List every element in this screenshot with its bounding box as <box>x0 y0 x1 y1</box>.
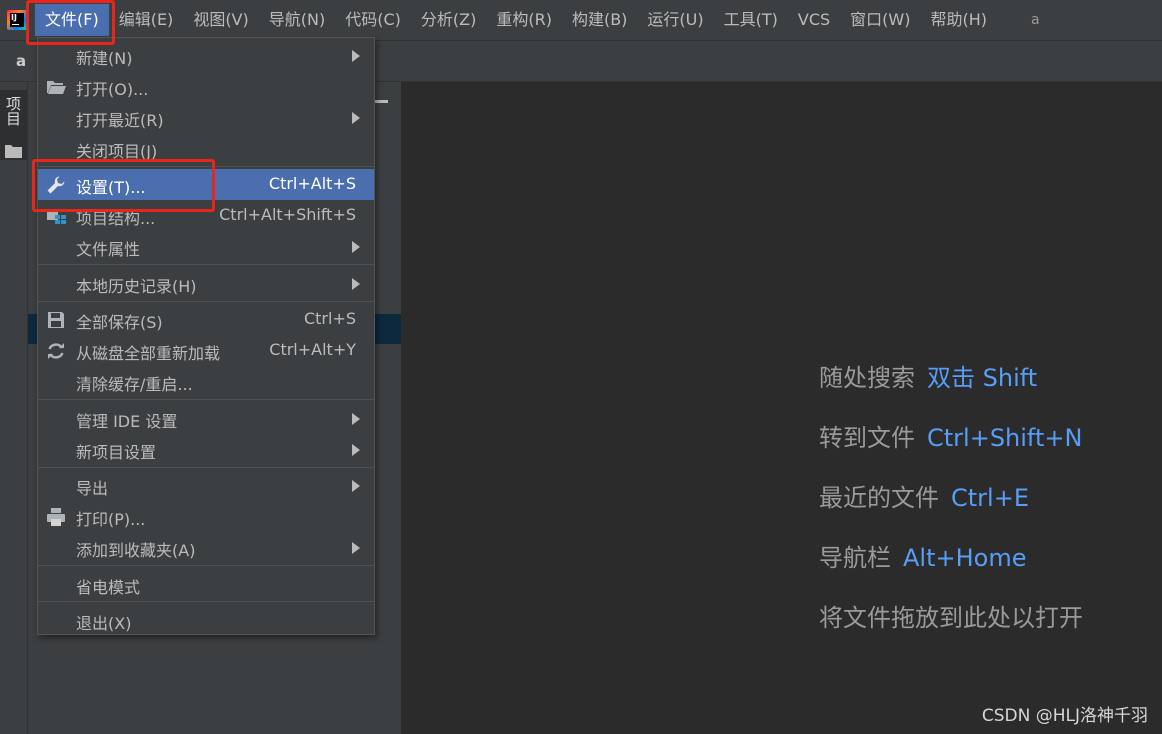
menu-window[interactable]: 窗口(W) <box>840 4 920 36</box>
file-menu-reload-from-disk[interactable]: 从磁盘全部重新加载 Ctrl+Alt+Y <box>38 335 374 366</box>
printer-icon <box>47 508 65 526</box>
file-menu-add-to-favorites[interactable]: 添加到收藏夹(A) <box>38 532 374 563</box>
menu-separator <box>38 399 374 400</box>
editor-area: 随处搜索 双击 Shift 转到文件 Ctrl+Shift+N 最近的文件 Ctrl+… <box>402 82 1162 734</box>
file-menu-local-history[interactable]: 本地历史记录(H) <box>38 268 374 299</box>
ide-window: IJ 文件(F) 编辑(E) 视图(V) 导航(N) 代码(C) 分析(Z) 重… <box>0 0 1162 734</box>
file-menu-exit[interactable]: 退出(X) <box>38 605 374 636</box>
file-menu-new-project-settings[interactable]: 新项目设置 <box>38 434 374 465</box>
folder-open-icon <box>47 81 66 94</box>
menu-separator <box>38 301 374 302</box>
submenu-arrow-icon <box>352 444 360 456</box>
file-menu-invalidate-caches[interactable]: 清除缓存/重启... <box>38 366 374 397</box>
shortcut-label: Ctrl+Alt+Shift+S <box>219 205 356 224</box>
file-menu-file-properties[interactable]: 文件属性 <box>38 231 374 262</box>
minimize-icon[interactable] <box>375 100 388 103</box>
breadcrumb-project[interactable]: a <box>16 52 26 70</box>
file-menu-dropdown: 新建(N) 打开(O)... 打开最近(R) 关闭项目(J) 设置(T)... … <box>37 37 375 635</box>
menu-edit[interactable]: 编辑(E) <box>109 4 184 36</box>
file-menu-save-all[interactable]: 全部保存(S) Ctrl+S <box>38 304 374 335</box>
file-menu-open[interactable]: 打开(O)... <box>38 71 374 102</box>
shortcut-label: Ctrl+Alt+Y <box>269 340 356 359</box>
save-icon <box>48 312 64 328</box>
folder-icon <box>5 145 22 158</box>
window-title: a <box>1031 12 1040 28</box>
file-menu-export[interactable]: 导出 <box>38 470 374 501</box>
reload-icon <box>48 343 64 359</box>
menu-separator <box>38 264 374 265</box>
hint-go-to-file: 转到文件 Ctrl+Shift+N <box>819 424 1083 452</box>
submenu-arrow-icon <box>352 542 360 554</box>
menu-code[interactable]: 代码(C) <box>335 4 411 36</box>
menu-tools[interactable]: 工具(T) <box>714 4 788 36</box>
submenu-arrow-icon <box>352 413 360 425</box>
menu-view[interactable]: 视图(V) <box>183 4 258 36</box>
menu-bar: IJ 文件(F) 编辑(E) 视图(V) 导航(N) 代码(C) 分析(Z) 重… <box>0 0 1162 41</box>
project-tab-label: 项目 <box>4 96 22 126</box>
menu-help[interactable]: 帮助(H) <box>920 4 997 36</box>
submenu-arrow-icon <box>352 112 360 124</box>
shortcut-label: Ctrl+S <box>303 309 356 328</box>
hint-search-everywhere: 随处搜索 双击 Shift <box>819 364 1038 392</box>
file-menu-power-save-mode[interactable]: 省电模式 <box>38 569 374 600</box>
intellij-logo-icon[interactable]: IJ <box>7 10 27 30</box>
menu-run[interactable]: 运行(U) <box>637 4 713 36</box>
hint-recent-files: 最近的文件 Ctrl+E <box>819 484 1029 512</box>
menu-build[interactable]: 构建(B) <box>562 4 637 36</box>
menu-refactor[interactable]: 重构(R) <box>486 4 562 36</box>
annotation-highlight-settings <box>32 159 215 212</box>
submenu-arrow-icon <box>352 278 360 290</box>
menu-analyze[interactable]: 分析(Z) <box>411 4 486 36</box>
menu-navigate[interactable]: 导航(N) <box>259 4 335 36</box>
hint-navigation-bar: 导航栏 Alt+Home <box>819 544 1027 572</box>
annotation-highlight-file-menu <box>26 0 115 45</box>
file-menu-print[interactable]: 打印(P)... <box>38 501 374 532</box>
hint-drop-files: 将文件拖放到此处以打开 <box>819 604 1083 632</box>
submenu-arrow-icon <box>352 241 360 253</box>
menu-separator <box>38 601 374 602</box>
csdn-watermark: CSDN @HLJ洛神千羽 <box>981 706 1148 726</box>
left-tool-strip: 项目 <box>0 82 28 734</box>
file-menu-open-recent[interactable]: 打开最近(R) <box>38 102 374 133</box>
file-menu-manage-ide-settings[interactable]: 管理 IDE 设置 <box>38 403 374 434</box>
menu-vcs[interactable]: VCS <box>788 4 840 36</box>
submenu-arrow-icon <box>352 480 360 492</box>
project-tool-tab[interactable]: 项目 <box>0 90 27 160</box>
submenu-arrow-icon <box>352 50 360 62</box>
shortcut-label: Ctrl+Alt+S <box>268 174 356 193</box>
menu-separator <box>38 467 374 468</box>
menu-separator <box>38 565 374 566</box>
